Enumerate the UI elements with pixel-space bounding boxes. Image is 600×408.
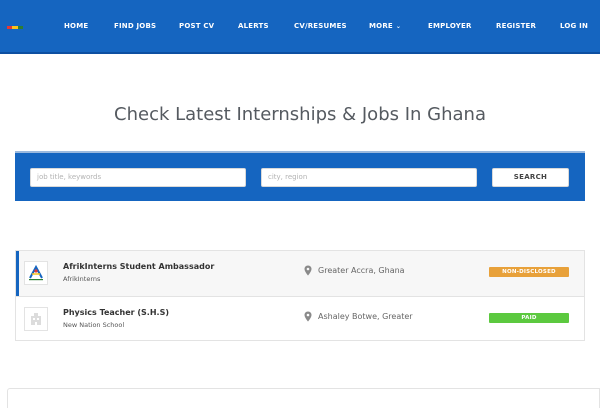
job-location: Greater Accra, Ghana [318, 266, 405, 275]
afrikinterns-logo[interactable] [24, 261, 48, 285]
top-navigation-bar: HOME FIND JOBS POST CV ALERTS CV/RESUMES… [0, 0, 600, 54]
search-panel: job title, keywords city, region SEARCH [15, 151, 585, 201]
nav-more[interactable]: MORE ⌄ [369, 22, 401, 30]
nav-home[interactable]: HOME [64, 22, 88, 30]
nav-more-label: MORE [369, 22, 393, 30]
nav-employer[interactable]: EMPLOYER [428, 22, 472, 30]
nav-find-jobs[interactable]: FIND JOBS [114, 22, 156, 30]
nav-register[interactable]: REGISTER [496, 22, 536, 30]
job-listing-row[interactable]: AfrikInterns Student Ambassador AfrikInt… [16, 251, 584, 296]
page-title: Check Latest Internships & Jobs In Ghana [114, 104, 486, 125]
salary-badge: PAID [489, 313, 569, 323]
job-company: New Nation School [63, 321, 125, 329]
site-logo[interactable] [7, 26, 23, 29]
job-location: Ashaley Botwe, Greater [318, 312, 413, 321]
nav-cv-resumes[interactable]: CV/RESUMES [294, 22, 347, 30]
next-section-card [7, 388, 600, 408]
company-logo-placeholder[interactable] [24, 307, 48, 331]
job-title-link[interactable]: AfrikInterns Student Ambassador [63, 262, 214, 271]
nav-alerts[interactable]: ALERTS [238, 22, 269, 30]
job-title-link[interactable]: Physics Teacher (S.H.S) [63, 308, 169, 317]
keywords-search-input[interactable]: job title, keywords [30, 168, 246, 187]
nav-post-cv[interactable]: POST CV [179, 22, 214, 30]
nav-login[interactable]: LOG IN [560, 22, 588, 30]
salary-badge: NON-DISCLOSED [489, 267, 569, 277]
afrikinterns-logo-icon [29, 264, 43, 281]
location-pin-icon [304, 311, 312, 322]
building-placeholder-icon [31, 313, 41, 325]
logo-stripe-green [17, 26, 23, 29]
chevron-down-icon: ⌄ [395, 23, 402, 30]
job-list: AfrikInterns Student Ambassador AfrikInt… [15, 250, 585, 341]
job-listing-row[interactable]: Physics Teacher (S.H.S) New Nation Schoo… [16, 296, 584, 341]
search-button[interactable]: SEARCH [492, 168, 569, 187]
location-pin-icon [304, 265, 312, 276]
location-search-input[interactable]: city, region [261, 168, 477, 187]
job-company: AfrikInterns [63, 275, 101, 283]
